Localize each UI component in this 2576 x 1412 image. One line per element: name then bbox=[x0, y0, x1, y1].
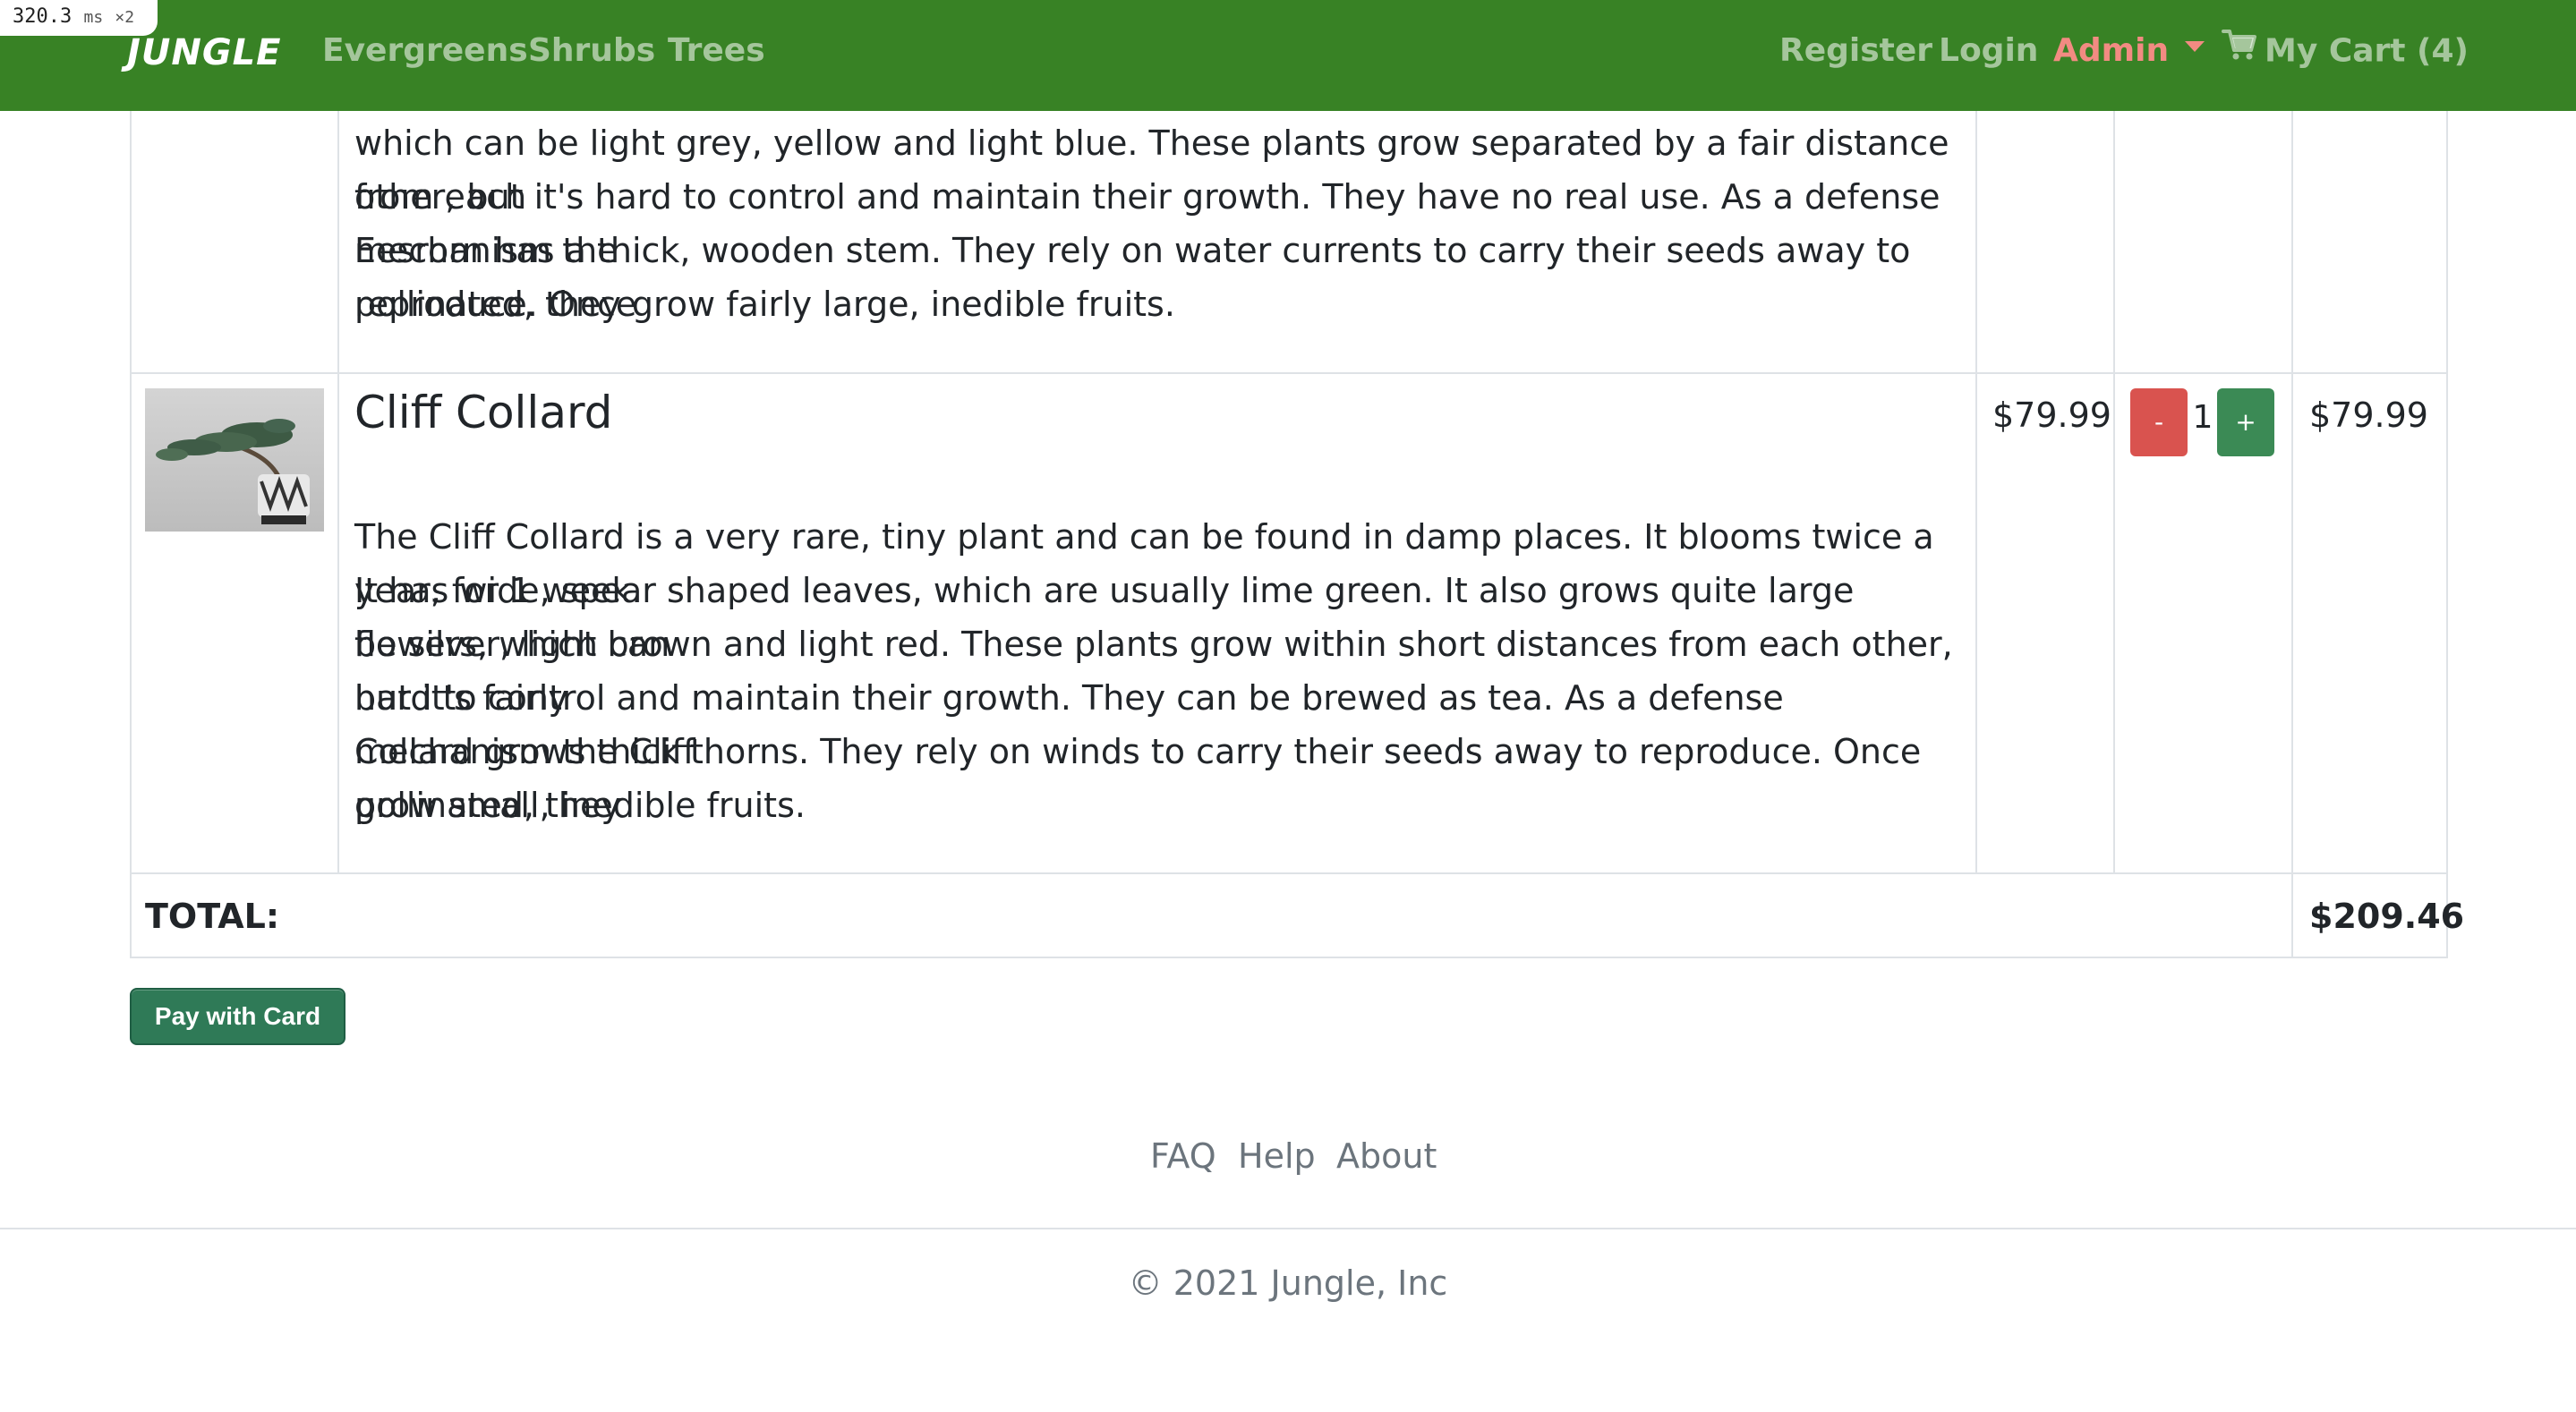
perf-unit: ms bbox=[83, 8, 104, 27]
nav-link-register[interactable]: Register bbox=[1779, 32, 1932, 69]
cart-icon bbox=[2222, 29, 2257, 69]
column-divider bbox=[1975, 111, 1977, 874]
product-name: Cliff Collard bbox=[354, 387, 613, 438]
footer-link-about[interactable]: About bbox=[1336, 1136, 1437, 1176]
nav-link-shrubs[interactable]: Shrubs bbox=[528, 32, 655, 69]
admin-dropdown-label: Admin bbox=[2053, 32, 2170, 69]
total-label: TOTAL: bbox=[145, 897, 280, 936]
perf-multiplier: ×2 bbox=[115, 8, 135, 27]
decrease-quantity-button[interactable]: - bbox=[2130, 388, 2188, 456]
line-total: $79.99 bbox=[2309, 396, 2428, 435]
my-cart-link[interactable]: My Cart (4) bbox=[2222, 29, 2469, 72]
row-divider bbox=[130, 957, 2448, 958]
row-divider bbox=[130, 872, 2448, 874]
brand-logo[interactable]: JUNGLE bbox=[127, 32, 281, 73]
top-navbar: JUNGLE Evergreens Shrubs Trees Register … bbox=[0, 0, 2576, 111]
perf-badge: 320.3 ms ×2 bbox=[0, 0, 158, 36]
footer-link-faq[interactable]: FAQ bbox=[1150, 1136, 1216, 1176]
nav-link-evergreens[interactable]: Evergreens bbox=[322, 32, 528, 69]
column-divider bbox=[337, 111, 339, 874]
caret-down-icon bbox=[2185, 41, 2205, 52]
nav-link-trees[interactable]: Trees bbox=[668, 32, 765, 69]
product-thumbnail bbox=[145, 388, 324, 532]
quantity-value: 1 bbox=[2192, 399, 2213, 436]
table-border-left bbox=[130, 111, 132, 958]
total-value: $209.46 bbox=[2309, 897, 2465, 936]
perf-value: 320.3 bbox=[13, 5, 73, 28]
admin-dropdown-toggle[interactable]: Admin bbox=[2053, 32, 2205, 69]
copyright-text: © 2021 Jungle, Inc bbox=[1128, 1263, 1448, 1303]
table-border-right bbox=[2446, 111, 2448, 958]
product-description-line: grow small, inedible fruits. bbox=[354, 786, 806, 825]
product-description-line: pollinated, they grow fairly large, ined… bbox=[354, 285, 1175, 324]
footer-link-help[interactable]: Help bbox=[1238, 1136, 1316, 1176]
pay-with-card-button[interactable]: Pay with Card bbox=[130, 988, 345, 1045]
footer-divider bbox=[0, 1228, 2576, 1229]
column-divider bbox=[2291, 111, 2293, 958]
row-divider bbox=[130, 372, 2448, 374]
my-cart-label: My Cart (4) bbox=[2265, 32, 2469, 70]
nav-link-login[interactable]: Login bbox=[1939, 32, 2038, 69]
increase-quantity-button[interactable]: + bbox=[2217, 388, 2274, 456]
unit-price: $79.99 bbox=[1992, 396, 2111, 435]
column-divider bbox=[2113, 111, 2115, 874]
